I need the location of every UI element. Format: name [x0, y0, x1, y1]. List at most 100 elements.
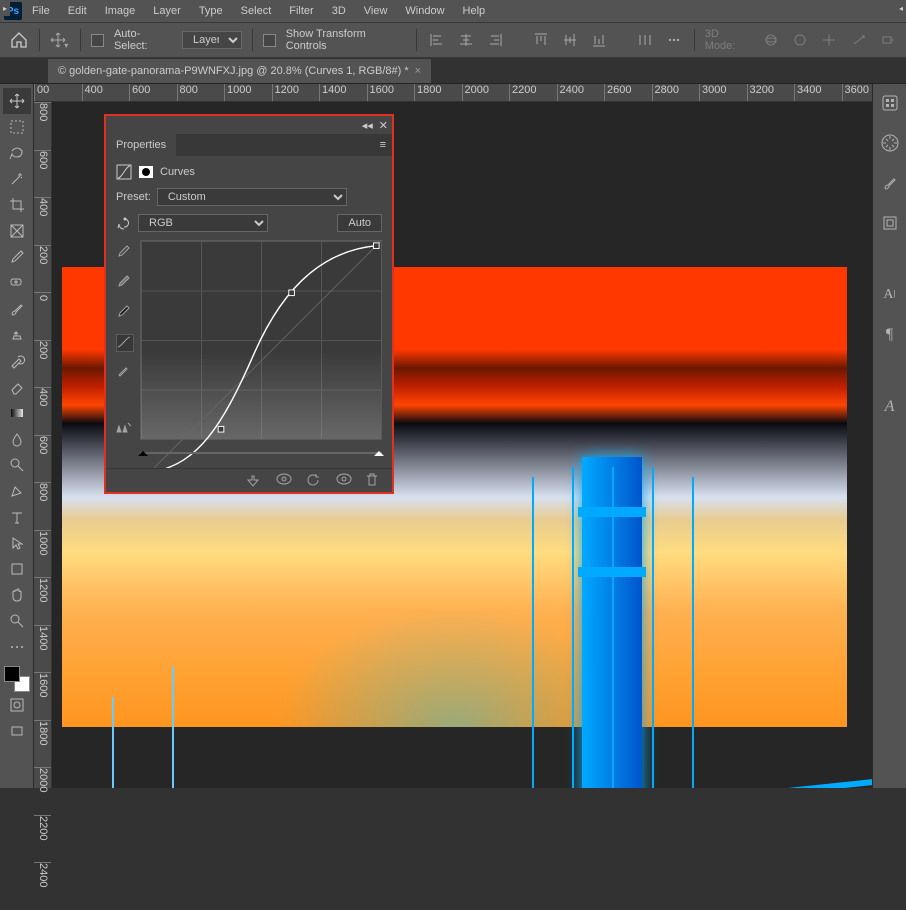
pan-3d-icon	[820, 30, 839, 50]
gradient-tool[interactable]	[3, 400, 31, 426]
document-tab-bar: ▸ © golden-gate-panorama-P9WNFXJ.jpg @ 2…	[0, 58, 906, 84]
navigator-panel-icon[interactable]	[879, 132, 901, 154]
eyedropper-tool[interactable]	[3, 244, 31, 270]
align-left-icon[interactable]	[427, 30, 446, 50]
marquee-tool[interactable]	[3, 114, 31, 140]
hand-tool[interactable]	[3, 582, 31, 608]
glyphs-panel-icon[interactable]: A	[879, 396, 901, 418]
menu-bar: Ps File Edit Image Layer Type Select Fil…	[0, 0, 906, 22]
screenmode-toggle[interactable]	[3, 718, 31, 744]
menu-type[interactable]: Type	[191, 3, 231, 19]
align-vcenter-icon[interactable]	[560, 30, 579, 50]
history-brush-tool[interactable]	[3, 348, 31, 374]
zoom-tool[interactable]	[3, 608, 31, 634]
align-right-icon[interactable]	[486, 30, 505, 50]
panel-menu-icon[interactable]: ≡	[374, 139, 392, 151]
curve-draw-tool[interactable]	[116, 364, 134, 382]
blur-tool[interactable]	[3, 426, 31, 452]
curve-point-tool[interactable]	[116, 334, 134, 352]
menu-help[interactable]: Help	[455, 3, 494, 19]
trash-icon[interactable]	[366, 473, 382, 489]
align-top-icon[interactable]	[531, 30, 550, 50]
preset-label: Preset:	[116, 191, 151, 203]
gray-point-eyedropper[interactable]	[116, 274, 134, 292]
channel-dropdown[interactable]: RGB	[138, 214, 268, 232]
document-tab[interactable]: © golden-gate-panorama-P9WNFXJ.jpg @ 20.…	[48, 59, 431, 83]
home-button[interactable]	[8, 29, 29, 51]
reset-icon[interactable]	[306, 473, 322, 489]
menu-file[interactable]: File	[24, 3, 58, 19]
lasso-tool[interactable]	[3, 140, 31, 166]
path-select-tool[interactable]	[3, 530, 31, 556]
crop-tool[interactable]	[3, 192, 31, 218]
show-transform-checkbox[interactable]	[263, 34, 276, 47]
dodge-tool[interactable]	[3, 452, 31, 478]
menu-layer[interactable]: Layer	[145, 3, 189, 19]
curves-icon	[116, 164, 132, 180]
menu-window[interactable]: Window	[397, 3, 452, 19]
move-tool-icon[interactable]: ▾	[50, 30, 70, 50]
brushes-panel-icon[interactable]	[879, 172, 901, 194]
distribute-h-icon[interactable]	[635, 30, 654, 50]
collapse-right-icon[interactable]: ◂	[896, 0, 906, 16]
black-point-handle[interactable]	[138, 446, 148, 456]
auto-select-checkbox[interactable]	[91, 34, 104, 47]
auto-select-label: Auto-Select:	[114, 28, 172, 52]
panel-close-icon[interactable]: ✕	[379, 119, 388, 132]
brush-tool[interactable]	[3, 296, 31, 322]
menu-filter[interactable]: Filter	[281, 3, 321, 19]
options-bar: ▾ Auto-Select: Layer Show Transform Cont…	[0, 22, 906, 58]
healing-brush-tool[interactable]	[3, 270, 31, 296]
layer-mask-icon[interactable]	[138, 164, 154, 180]
view-previous-icon[interactable]	[276, 473, 292, 489]
align-hcenter-icon[interactable]	[456, 30, 475, 50]
menu-3d[interactable]: 3D	[324, 3, 354, 19]
target-adjust-icon[interactable]	[116, 215, 132, 231]
menu-image[interactable]: Image	[97, 3, 144, 19]
ruler-vertical[interactable]: 8006004002000200400600800100012001400160…	[34, 102, 52, 788]
right-panel-dock: A| ¶ A	[872, 84, 906, 788]
clone-stamp-tool[interactable]	[3, 322, 31, 348]
color-swatches[interactable]	[4, 666, 30, 692]
character-panel-icon[interactable]: A|	[879, 284, 901, 306]
clip-to-layer-icon[interactable]	[246, 473, 262, 489]
layers-panel-icon[interactable]	[879, 92, 901, 114]
auto-button[interactable]: Auto	[337, 214, 382, 232]
curves-graph[interactable]	[140, 240, 382, 440]
visibility-icon[interactable]	[336, 473, 352, 489]
collapse-left-icon[interactable]: ▸	[0, 0, 10, 16]
type-tool[interactable]	[3, 504, 31, 530]
white-point-handle[interactable]	[374, 446, 384, 456]
close-tab-icon[interactable]: ×	[415, 65, 421, 77]
eraser-tool[interactable]	[3, 374, 31, 400]
panel-collapse-icon[interactable]: ◂◂	[362, 119, 373, 132]
adjustment-name: Curves	[160, 166, 195, 178]
menu-view[interactable]: View	[356, 3, 396, 19]
menu-edit[interactable]: Edit	[60, 3, 95, 19]
clip-warning-icon[interactable]	[116, 422, 134, 440]
quickmask-toggle[interactable]	[3, 692, 31, 718]
ruler-horizontal[interactable]: 0040060080010001200140016001800200022002…	[34, 84, 872, 102]
menu-select[interactable]: Select	[233, 3, 280, 19]
preset-dropdown[interactable]: Custom	[157, 188, 347, 206]
align-bottom-icon[interactable]	[590, 30, 609, 50]
pen-tool[interactable]	[3, 478, 31, 504]
more-align-icon[interactable]	[664, 30, 683, 50]
tool-palette	[0, 84, 34, 788]
magic-wand-tool[interactable]	[3, 166, 31, 192]
edit-toolbar-icon[interactable]	[3, 634, 31, 660]
black-point-eyedropper[interactable]	[116, 304, 134, 322]
properties-tab[interactable]: Properties	[106, 134, 176, 156]
move-tool[interactable]	[3, 88, 31, 114]
frame-tool[interactable]	[3, 218, 31, 244]
canvas-area[interactable]: ◂◂ ✕ Properties ≡ Curves Preset: Custom …	[52, 102, 872, 788]
show-transform-label: Show Transform Controls	[286, 28, 406, 52]
shape-tool[interactable]	[3, 556, 31, 582]
document-tab-title: © golden-gate-panorama-P9WNFXJ.jpg @ 20.…	[58, 65, 409, 77]
input-range-slider[interactable]	[140, 448, 382, 460]
white-point-eyedropper[interactable]	[116, 244, 134, 262]
history-panel-icon[interactable]	[879, 212, 901, 234]
auto-select-dropdown[interactable]: Layer	[182, 31, 242, 49]
properties-panel: ◂◂ ✕ Properties ≡ Curves Preset: Custom …	[104, 114, 394, 494]
paragraph-panel-icon[interactable]: ¶	[879, 324, 901, 346]
